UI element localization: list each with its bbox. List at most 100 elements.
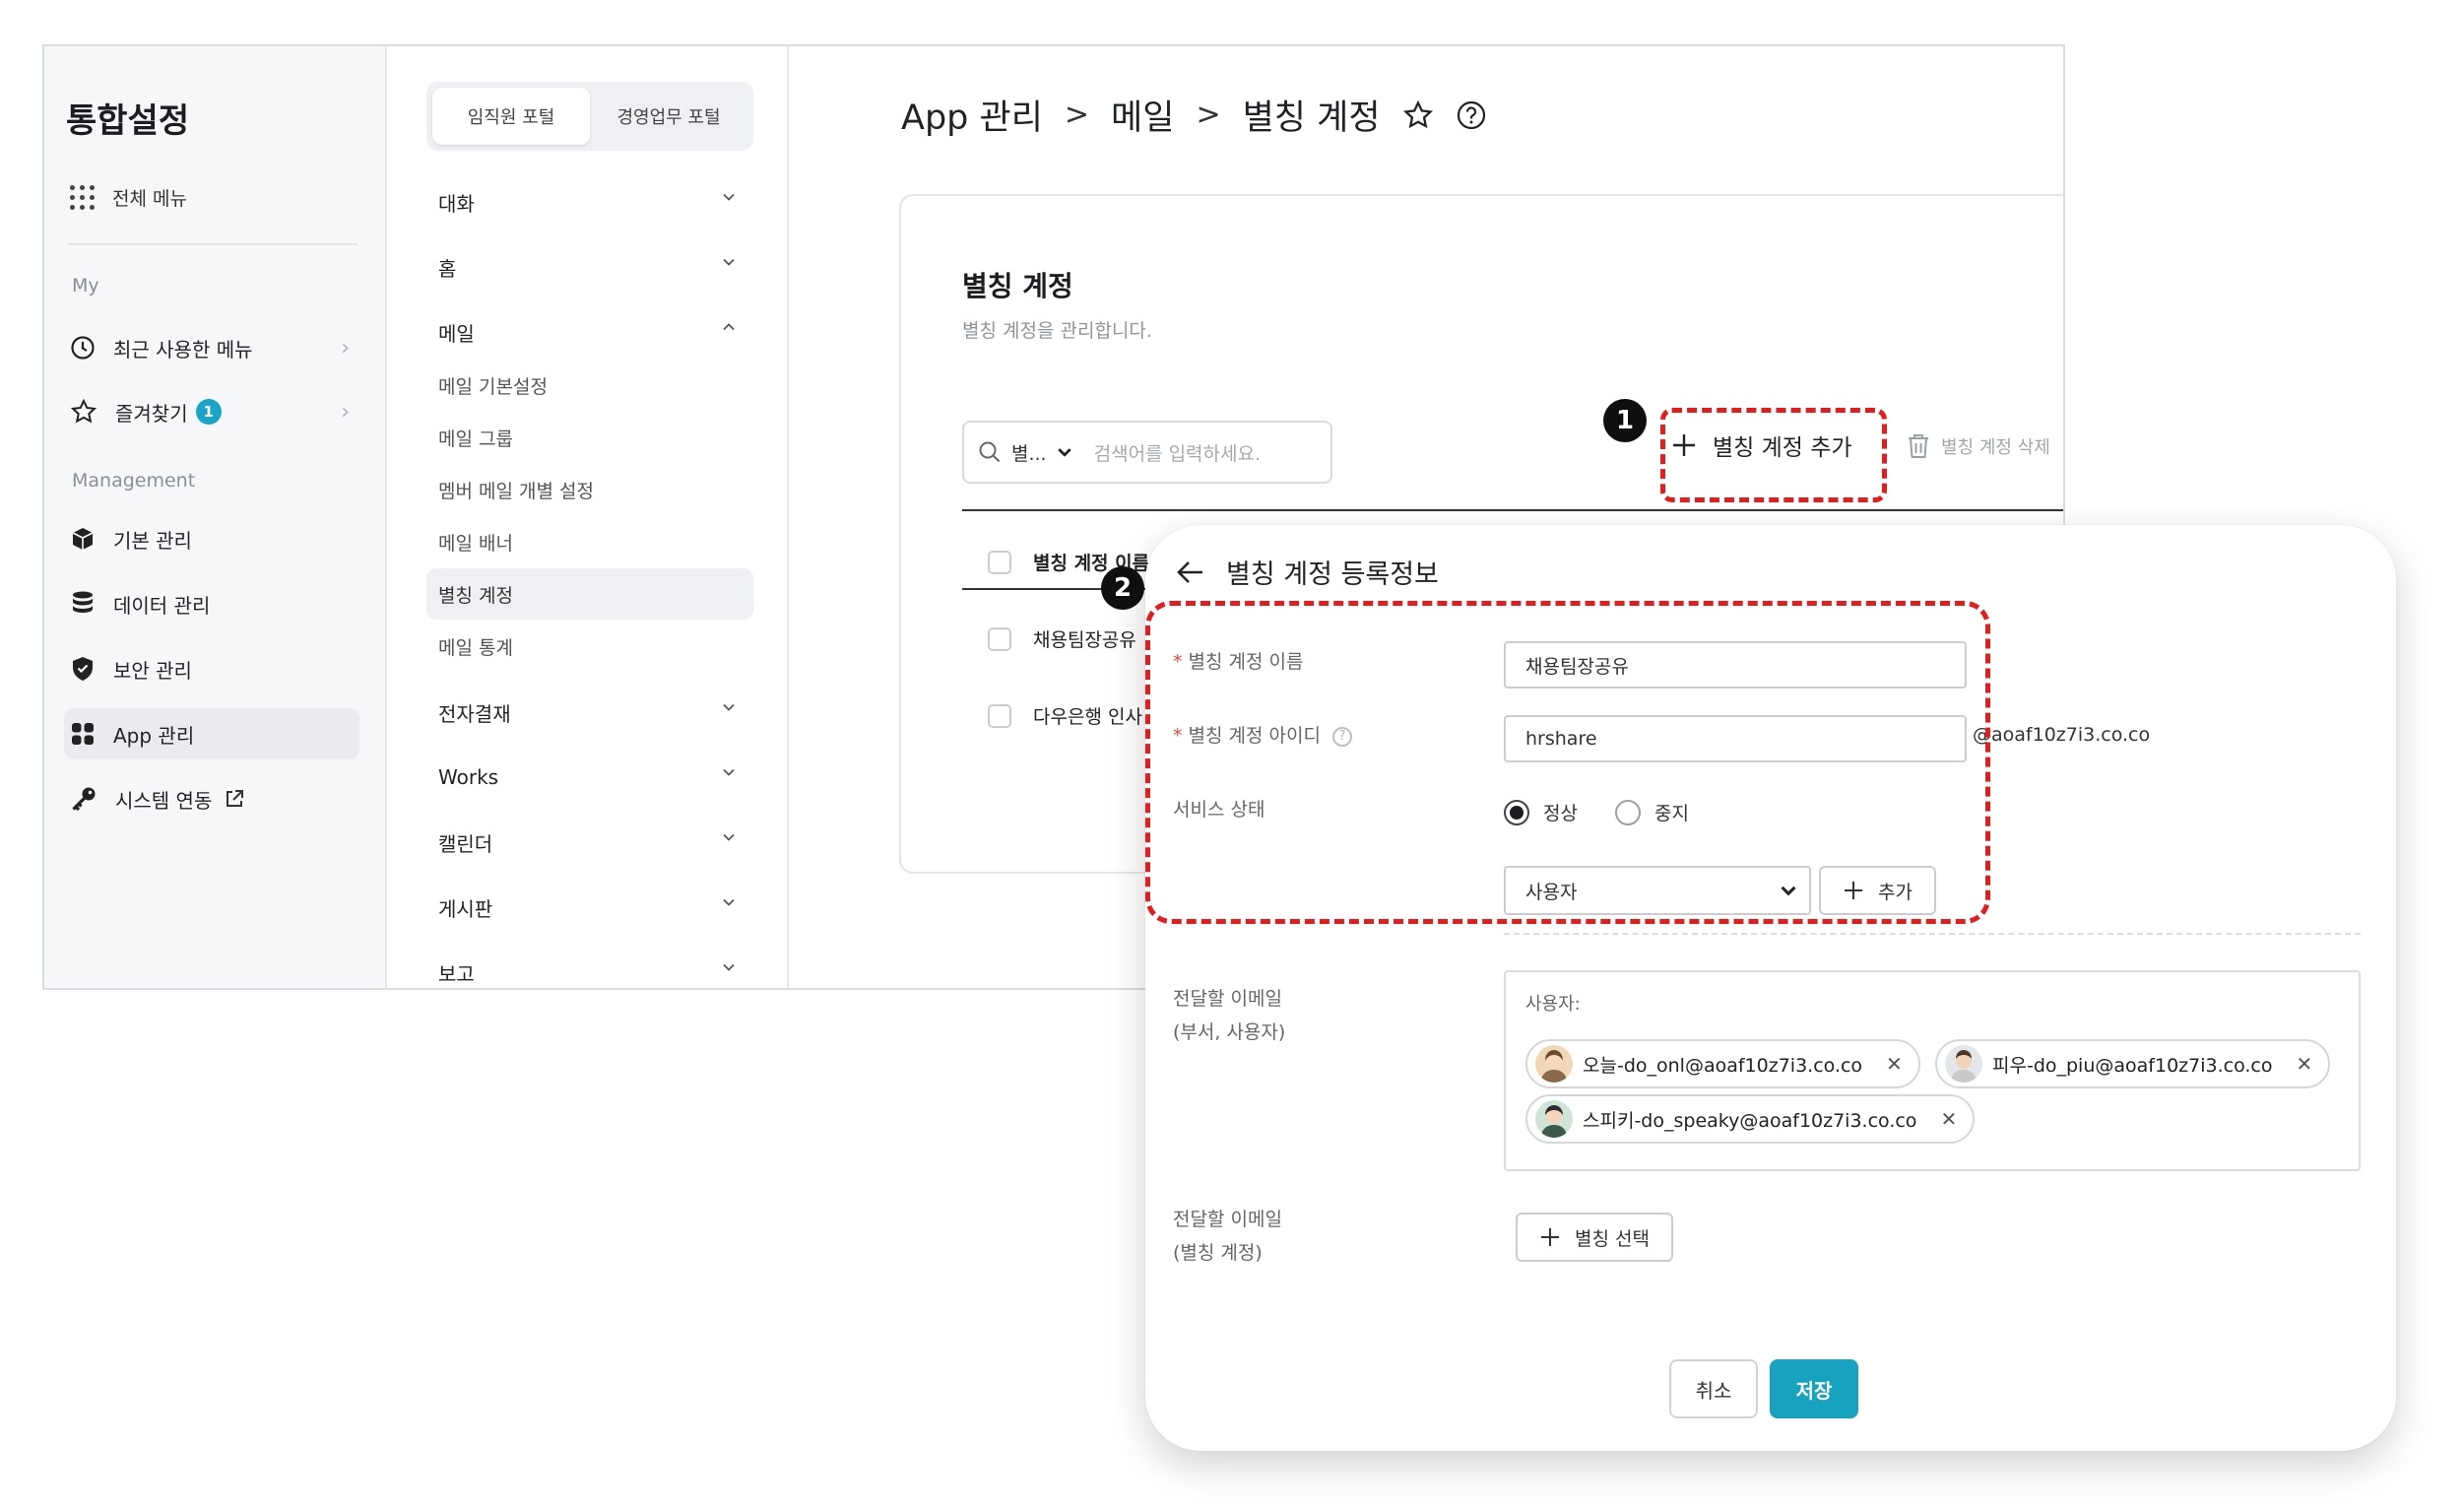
submenu-item-member-mail[interactable]: 멤버 메일 개별 설정 bbox=[426, 464, 753, 515]
row-checkbox[interactable] bbox=[988, 626, 1011, 651]
recipient-email: 오늘-do_onl@aoaf10z7i3.co.co bbox=[1583, 1054, 1863, 1077]
tab-employee-portal[interactable]: 임직원 포털 bbox=[432, 88, 590, 145]
all-menu-label: 전체 메뉴 bbox=[112, 188, 187, 210]
submenu-group-report[interactable]: 보고 bbox=[426, 947, 753, 988]
trash-icon bbox=[1909, 434, 1928, 458]
submenu-item-mail-stats[interactable]: 메일 통계 bbox=[426, 621, 753, 672]
delete-alias-button[interactable]: 별칭 계정 삭제 bbox=[1906, 432, 2050, 460]
chevron-down-icon bbox=[723, 258, 735, 266]
annotation-number-1: 1 bbox=[1603, 399, 1647, 442]
search-icon bbox=[979, 441, 1001, 463]
select-all-checkbox[interactable] bbox=[988, 550, 1011, 574]
select-alias-label: 별칭 선택 bbox=[1575, 1227, 1650, 1250]
submenu-panel: 임직원 포털 경영업무 포털 대화 홈 메일 메일 기본설정 메일 그룹 멤버 … bbox=[389, 46, 789, 988]
submenu-item-mail-group[interactable]: 메일 그룹 bbox=[426, 412, 753, 463]
close-icon[interactable]: ✕ bbox=[1940, 1107, 1957, 1131]
search-filter[interactable]: 별... bbox=[1011, 439, 1047, 466]
chevron-right-icon: > bbox=[1196, 98, 1221, 132]
recipient-chip: 스피키-do_speaky@aoaf10z7i3.co.co ✕ bbox=[1525, 1094, 1976, 1144]
close-icon[interactable]: ✕ bbox=[2296, 1052, 2312, 1076]
sidebar-item-app[interactable]: App 관리 bbox=[64, 708, 359, 759]
favorites-badge: 1 bbox=[195, 399, 222, 425]
section-my: My bbox=[72, 275, 99, 296]
breadcrumb-mail[interactable]: 메일 bbox=[1111, 90, 1174, 140]
close-icon[interactable]: ✕ bbox=[1886, 1052, 1903, 1076]
save-button[interactable]: 저장 bbox=[1770, 1359, 1858, 1418]
recipients-box: 사용자: 오늘-do_onl@aoaf10z7i3.co.co ✕ 피우-do_… bbox=[1504, 970, 2361, 1171]
sidebar-item-label: 즐겨찾기 bbox=[115, 401, 188, 426]
tab-business-portal[interactable]: 경영업무 포털 bbox=[590, 88, 747, 145]
submenu-group-chat[interactable]: 대화 bbox=[426, 176, 753, 228]
search-box[interactable]: 별... 검색어를 입력하세요. bbox=[962, 421, 1332, 484]
chevron-down-icon bbox=[723, 703, 735, 711]
submenu-group-label: 메일 bbox=[438, 321, 475, 346]
modal-header: 별칭 계정 등록정보 bbox=[1175, 553, 1439, 591]
annotation-number-2: 2 bbox=[1101, 566, 1144, 610]
breadcrumb-app[interactable]: App 관리 bbox=[901, 90, 1043, 140]
help-icon[interactable] bbox=[1456, 99, 1487, 131]
all-menu-link[interactable]: 전체 메뉴 bbox=[70, 184, 187, 211]
star-icon bbox=[70, 398, 97, 424]
section-management: Management bbox=[72, 470, 196, 492]
submenu-group-board[interactable]: 게시판 bbox=[426, 882, 753, 933]
external-link-icon bbox=[227, 790, 244, 807]
submenu-group-label: 캘린더 bbox=[438, 831, 493, 856]
recipient-email: 스피키-do_speaky@aoaf10z7i3.co.co bbox=[1583, 1109, 1917, 1132]
sidebar-item-system[interactable]: 시스템 연동 bbox=[64, 773, 359, 824]
row-checkbox[interactable] bbox=[988, 703, 1011, 728]
table-row[interactable]: 다우은행 인사 bbox=[988, 702, 1142, 729]
sidebar-item-recent[interactable]: 최근 사용한 메뉴 › bbox=[64, 322, 359, 373]
sidebar-item-label: 보안 관리 bbox=[113, 658, 192, 683]
sidebar-item-label: 최근 사용한 메뉴 bbox=[113, 337, 253, 362]
cube-icon bbox=[72, 528, 94, 550]
forward-label-users: 전달할 이메일 (부서, 사용자) bbox=[1173, 988, 1286, 1043]
sidebar-title: 통합설정 bbox=[66, 101, 190, 141]
back-arrow-icon[interactable] bbox=[1175, 559, 1206, 586]
star-outline-icon[interactable] bbox=[1402, 99, 1434, 131]
submenu-group-label: 전자결재 bbox=[438, 701, 511, 726]
chevron-down-icon bbox=[723, 833, 735, 841]
search-input[interactable]: 검색어를 입력하세요. bbox=[1094, 439, 1261, 466]
submenu-group-label: 홈 bbox=[438, 256, 457, 281]
recipient-chip: 오늘-do_onl@aoaf10z7i3.co.co ✕ bbox=[1525, 1039, 1920, 1088]
submenu-item-mail-basic[interactable]: 메일 기본설정 bbox=[426, 360, 753, 411]
submenu-group-label: 보고 bbox=[438, 961, 475, 986]
modal-title: 별칭 계정 등록정보 bbox=[1226, 559, 1439, 590]
annotation-highlight-form bbox=[1145, 601, 1990, 924]
submenu-group-works[interactable]: Works bbox=[426, 752, 753, 803]
shield-icon bbox=[73, 657, 93, 681]
sidebar-item-label: 기본 관리 bbox=[113, 528, 192, 553]
clock-icon bbox=[71, 336, 95, 360]
key-icon bbox=[72, 787, 96, 812]
recipient-chip: 피우-do_piu@aoaf10z7i3.co.co ✕ bbox=[1935, 1039, 2331, 1088]
submenu-item-mail-banner[interactable]: 메일 배너 bbox=[426, 516, 753, 567]
submenu-group-home[interactable]: 홈 bbox=[426, 241, 753, 293]
submenu-group-label: 대화 bbox=[438, 191, 475, 216]
sidebar-item-favorites[interactable]: 즐겨찾기 1 › bbox=[64, 386, 359, 437]
submenu-group-approval[interactable]: 전자결재 bbox=[426, 687, 753, 738]
sidebar-item-data[interactable]: 데이터 관리 bbox=[64, 578, 359, 629]
submenu-group-mail[interactable]: 메일 bbox=[426, 306, 753, 358]
table-row[interactable]: 채용팀장공유 bbox=[988, 625, 1136, 652]
chevron-down-icon bbox=[723, 898, 735, 906]
select-alias-button[interactable]: 별칭 선택 bbox=[1516, 1213, 1673, 1262]
chevron-right-icon: › bbox=[341, 335, 350, 361]
divider bbox=[1504, 933, 2361, 935]
avatar bbox=[1535, 1045, 1573, 1083]
card-description: 별칭 계정을 관리합니다. bbox=[962, 320, 1152, 342]
sidebar: 통합설정 전체 메뉴 My 최근 사용한 메뉴 › 즐겨찾기 1 › Manag… bbox=[44, 46, 387, 988]
cancel-button[interactable]: 취소 bbox=[1669, 1359, 1758, 1418]
sidebar-item-security[interactable]: 보안 관리 bbox=[64, 643, 359, 694]
chevron-down-icon bbox=[723, 768, 735, 776]
submenu-group-calendar[interactable]: 캘린더 bbox=[426, 817, 753, 868]
sidebar-item-basic[interactable]: 기본 관리 bbox=[64, 513, 359, 564]
plus-icon bbox=[1541, 1228, 1559, 1246]
submenu-group-label: 게시판 bbox=[438, 896, 493, 921]
portal-switch: 임직원 포털 경영업무 포털 bbox=[426, 82, 753, 151]
database-icon bbox=[73, 591, 93, 613]
table-top-border bbox=[962, 509, 2063, 511]
recipients-label: 사용자: bbox=[1525, 994, 1581, 1015]
apps-icon bbox=[72, 723, 94, 745]
sidebar-item-label: App 관리 bbox=[113, 723, 195, 748]
submenu-item-alias-account[interactable]: 별칭 계정 bbox=[426, 568, 753, 620]
